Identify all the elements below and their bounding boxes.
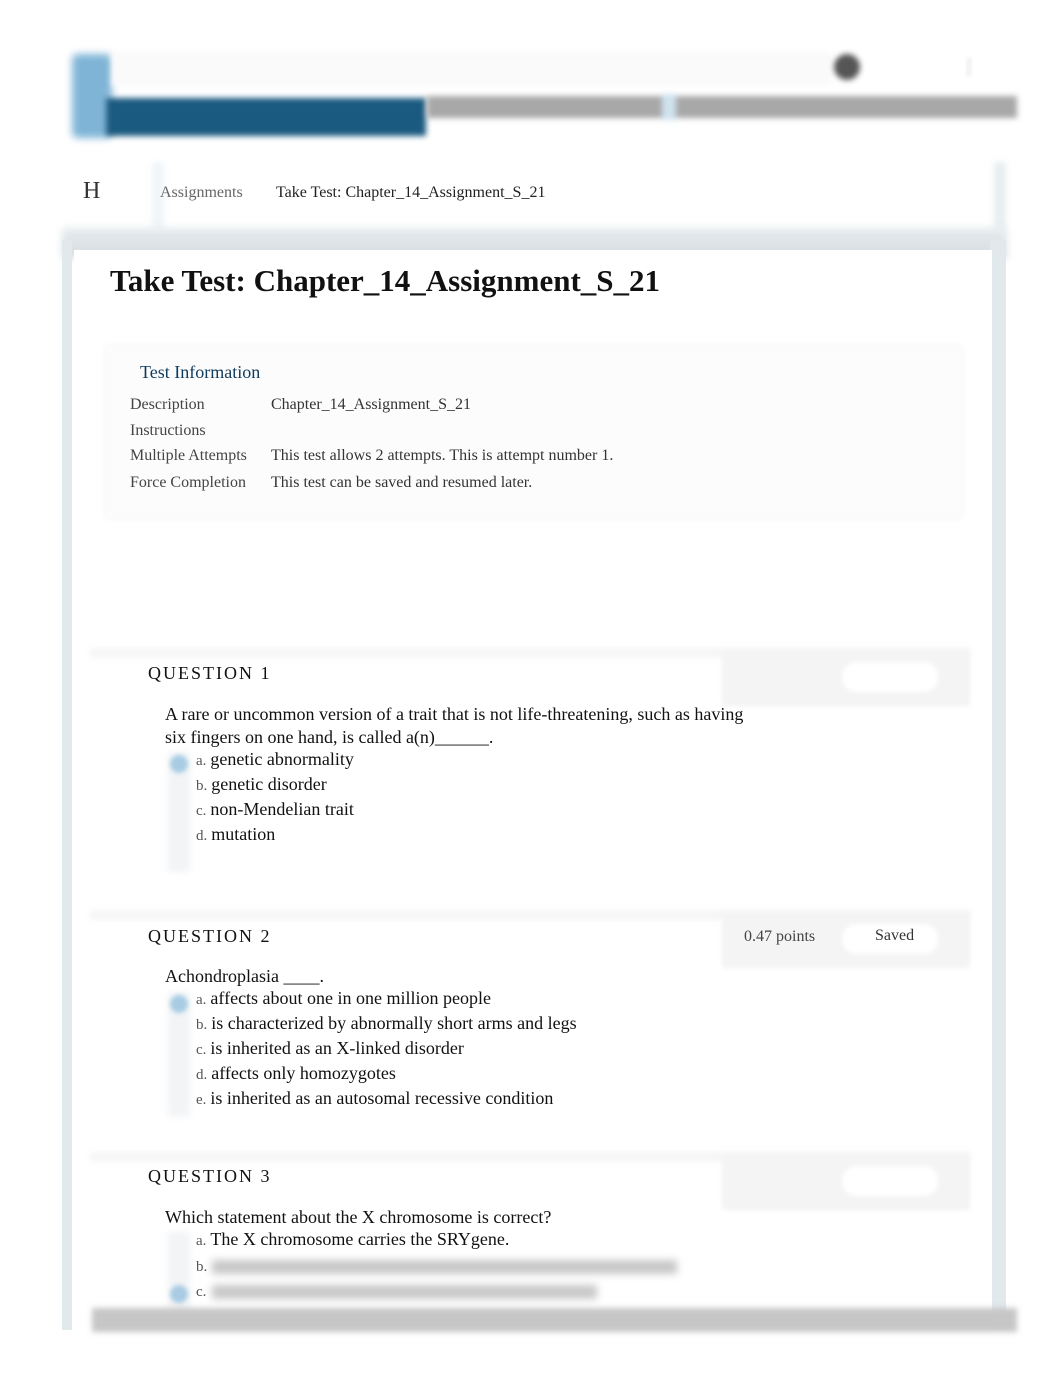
option-text: affects about one in one million people	[210, 988, 492, 1008]
option-letter: c.	[196, 1042, 207, 1058]
question-2-option-b[interactable]: b. is characterized by abnormally short a…	[196, 1013, 577, 1034]
course-menu-bar	[427, 94, 1017, 120]
question-2-option-c[interactable]: c. is inherited as an X-linked disorder	[196, 1038, 464, 1059]
question-1-option-b[interactable]: b. genetic disorder	[196, 774, 327, 795]
bottom-scrollbar[interactable]	[92, 1308, 1017, 1332]
question-1-option-d[interactable]: d. mutation	[196, 824, 275, 845]
question-1-text: A rare or uncommon version of a trait th…	[165, 704, 744, 747]
question-2-points: 0.47 points	[744, 928, 816, 945]
menu-icon[interactable]	[952, 58, 970, 76]
option-text: is inherited as an autosomal recessive c…	[210, 1088, 554, 1108]
question-3-option-a[interactable]: a. The X chromosome carries the SRYgene.	[196, 1229, 509, 1250]
save-answer-button[interactable]	[842, 1166, 938, 1196]
breadcrumb: H Assignments Take Test: Chapter_14_Assi…	[72, 162, 1006, 230]
save-answer-button[interactable]	[842, 662, 938, 692]
info-value: Chapter_14_Assignment_S_21	[271, 396, 471, 413]
option-text: mutation	[211, 824, 276, 844]
question-3-points-box	[722, 1154, 970, 1210]
option-text: is characterized by abnormally short arm…	[211, 1013, 577, 1033]
test-information-heading: Test Information	[140, 362, 261, 382]
info-value: This test allows 2 attempts. This is att…	[271, 447, 614, 464]
question-3-title: QUESTION 3	[148, 1166, 272, 1186]
info-label: Multiple Attempts	[130, 447, 247, 464]
option-text: genetic disorder	[211, 774, 327, 794]
home-icon[interactable]: H	[83, 178, 100, 205]
question-3-text: Which statement about the X chromosome i…	[165, 1207, 552, 1227]
option-text: is inherited as an X-linked disorder	[210, 1038, 464, 1058]
info-label: Force Completion	[130, 474, 246, 491]
breadcrumb-current: Take Test: Chapter_14_Assignment_S_21	[276, 184, 546, 201]
question-1-option-c[interactable]: c. non-Mendelian trait	[196, 799, 354, 820]
info-label: Description	[130, 396, 205, 413]
option-letter: a.	[196, 753, 207, 769]
option-letter: c.	[196, 803, 207, 819]
option-letter: b.	[196, 778, 208, 794]
right-scrollbar[interactable]	[990, 240, 1006, 1330]
radio-selected-a[interactable]	[170, 995, 188, 1013]
blurred-option-text	[212, 1260, 677, 1274]
option-letter: a.	[196, 992, 207, 1008]
global-nav-bar[interactable]	[112, 52, 832, 86]
question-1-points-box	[722, 650, 970, 706]
question-2-option-a[interactable]: a. affects about one in one million peopl…	[196, 988, 491, 1009]
question-1-title: QUESTION 1	[148, 663, 272, 683]
option-letter: a.	[196, 1233, 207, 1249]
breadcrumb-edge	[994, 162, 1006, 230]
question-2-option-d[interactable]: d. affects only homozygotes	[196, 1063, 396, 1084]
radio-selected-a[interactable]	[170, 755, 188, 773]
course-title-bar[interactable]	[106, 98, 426, 136]
option-text: non-Mendelian trait	[210, 799, 354, 819]
user-avatar-icon[interactable]	[834, 54, 860, 80]
option-letter: b.	[196, 1017, 208, 1033]
option-text: The X chromosome carries the SRYgene.	[210, 1229, 510, 1249]
question-2-title: QUESTION 2	[148, 926, 272, 946]
info-value: This test can be saved and resumed later…	[271, 474, 533, 491]
question-2-saved-status: Saved	[875, 927, 915, 944]
test-information: Test Information Description Chapter_14_…	[106, 346, 962, 518]
blurred-option-text	[212, 1285, 597, 1299]
breadcrumb-assignments[interactable]: Assignments	[160, 184, 243, 202]
question-2-option-e[interactable]: e. is inherited as an autosomal recessive…	[196, 1088, 553, 1109]
menu-toggle-handle[interactable]	[662, 94, 676, 120]
question-3-option-b[interactable]: b.	[196, 1255, 211, 1276]
question-1-option-a[interactable]: a. genetic abnormality	[196, 749, 354, 770]
question-2-text: Achondroplasia ____.	[165, 966, 324, 986]
option-letter: c.	[196, 1284, 207, 1300]
option-text: genetic abnormality	[210, 749, 354, 769]
info-label: Instructions	[130, 422, 206, 439]
option-letter: b.	[196, 1259, 208, 1275]
question-3-option-c[interactable]: c.	[196, 1280, 210, 1301]
top-header	[72, 48, 1017, 140]
option-letter: d.	[196, 1067, 208, 1083]
left-rail	[62, 240, 72, 1330]
page-title: Take Test: Chapter_14_Assignment_S_21	[110, 263, 661, 298]
option-letter: e.	[196, 1092, 207, 1108]
option-letter: d.	[196, 828, 208, 844]
radio-selected-c[interactable]	[170, 1285, 188, 1303]
option-text: affects only homozygotes	[211, 1063, 396, 1083]
